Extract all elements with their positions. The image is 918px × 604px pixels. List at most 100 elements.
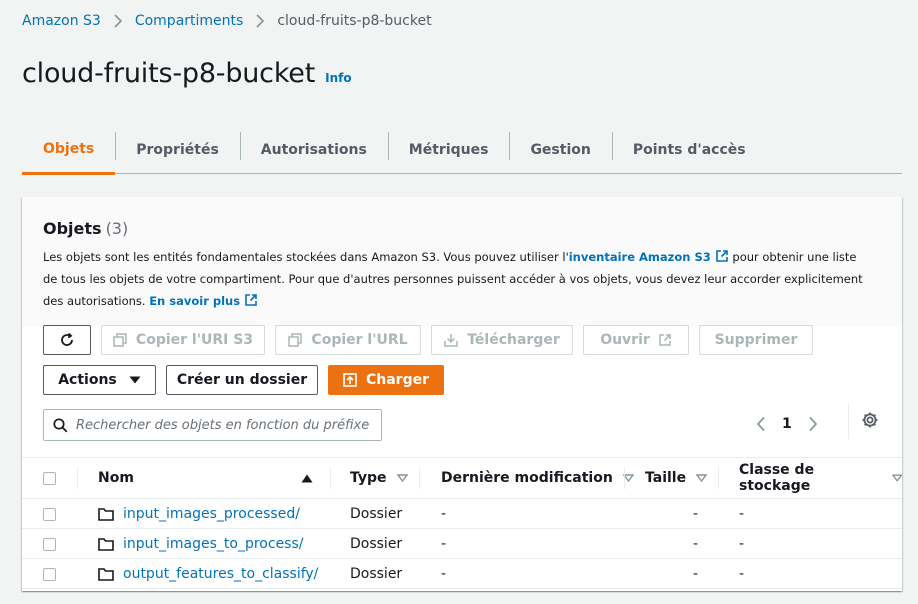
search-icon — [53, 417, 68, 432]
objects-heading: Objets (3) — [43, 219, 882, 238]
size-cell: - — [693, 506, 699, 522]
upload-label: Charger — [365, 372, 429, 388]
copy-icon — [288, 333, 303, 347]
column-divider — [718, 467, 719, 489]
search-input[interactable]: Rechercher des objets en fonction du pré… — [43, 409, 382, 441]
breadcrumb-amazon-s3[interactable]: Amazon S3 — [22, 13, 101, 29]
tab-metriques[interactable]: Métriques — [387, 126, 510, 174]
chevron-right-icon — [256, 14, 265, 28]
column-header-taille[interactable]: Taille — [645, 458, 708, 498]
info-link[interactable]: Info — [325, 71, 351, 85]
sort-icon — [891, 474, 902, 482]
breadcrumb-current: cloud-fruits-p8-bucket — [277, 13, 432, 29]
breadcrumb-compartiments[interactable]: Compartiments — [135, 13, 244, 29]
create-folder-button[interactable]: Créer un dossier — [166, 365, 318, 395]
sort-ascending-icon — [301, 474, 313, 482]
upload-button[interactable]: Charger — [328, 365, 444, 395]
row-select-cell — [43, 529, 56, 559]
description-text: Les objets sont les entités fondamentale… — [43, 250, 569, 264]
storage-class-cell: - — [739, 506, 745, 522]
column-label: Nom — [98, 470, 134, 486]
storage-class-cell: - — [739, 536, 745, 552]
column-divider — [77, 467, 78, 489]
type-cell: Dossier — [350, 506, 403, 522]
chevron-right-icon — [114, 14, 122, 28]
external-link-icon — [715, 250, 728, 262]
copy-url-button[interactable]: Copier l'URL — [275, 325, 421, 355]
actions-label: Actions — [58, 372, 117, 388]
tab-autorisations[interactable]: Autorisations — [239, 126, 388, 174]
objects-title: Objets — [43, 219, 102, 238]
row-checkbox[interactable] — [43, 537, 56, 551]
download-icon — [444, 334, 458, 347]
chevron-right-icon[interactable] — [808, 416, 818, 432]
upload-icon — [343, 373, 357, 387]
select-all-cell — [43, 458, 56, 498]
chevron-left-icon[interactable] — [756, 416, 766, 432]
row-checkbox[interactable] — [43, 567, 56, 581]
gear-icon[interactable] — [861, 411, 879, 429]
copy-uri-button[interactable]: Copier l'URI S3 — [101, 325, 265, 355]
tab-objets[interactable]: Objets — [22, 126, 116, 175]
create-folder-label: Créer un dossier — [176, 372, 308, 388]
page-title: cloud-fruits-p8-bucket — [22, 58, 316, 89]
modified-cell: - — [441, 566, 447, 582]
folder-icon — [98, 538, 114, 551]
column-header-derniere-modification[interactable]: Dernière modification — [441, 458, 634, 498]
column-divider — [624, 467, 625, 489]
select-all-checkbox[interactable] — [43, 471, 56, 485]
column-divider — [419, 467, 420, 489]
caret-down-icon — [129, 376, 141, 384]
tab-bar: Objets Propriétés Autorisations Métrique… — [22, 126, 902, 175]
open-button[interactable]: Ouvrir — [583, 325, 689, 355]
learn-more-label: En savoir plus — [149, 294, 241, 308]
folder-link[interactable]: input_images_processed/ — [123, 506, 300, 522]
sort-icon — [696, 474, 708, 482]
column-header-type[interactable]: Type — [350, 458, 408, 498]
column-label: Dernière modification — [441, 470, 613, 486]
objects-panel: Objets (3) Les objets sont les entités fo… — [22, 197, 902, 591]
column-header-nom[interactable]: Nom — [98, 458, 313, 498]
actions-dropdown[interactable]: Actions — [43, 365, 156, 395]
sort-icon — [396, 474, 408, 482]
column-header-classe-de-stockage[interactable]: Classe de stockage — [739, 458, 902, 498]
row-select-cell — [43, 499, 56, 529]
modified-cell: - — [441, 506, 447, 522]
name-cell: input_images_processed/ — [98, 499, 300, 529]
learn-more-link[interactable]: En savoir plus — [149, 294, 258, 308]
delete-label: Supprimer — [714, 332, 798, 348]
search-placeholder: Rechercher des objets en fonction du pré… — [76, 417, 370, 433]
row-checkbox[interactable] — [43, 507, 56, 521]
folder-icon — [98, 508, 114, 521]
delete-button[interactable]: Supprimer — [699, 325, 813, 355]
copy-url-label: Copier l'URL — [311, 332, 408, 348]
refresh-icon — [61, 332, 73, 346]
folder-link[interactable]: input_images_to_process/ — [123, 536, 303, 552]
objects-description: Les objets sont les entités fondamentale… — [43, 246, 863, 312]
size-cell: - — [693, 536, 699, 552]
refresh-button[interactable] — [43, 325, 91, 355]
tab-points-acces[interactable]: Points d'accès — [611, 126, 767, 174]
table-row: input_images_processed/ Dossier - - - — [22, 499, 902, 529]
column-label: Type — [350, 470, 387, 486]
storage-class-cell: - — [739, 566, 745, 582]
inventory-link-label: inventaire Amazon S3 — [568, 250, 711, 264]
column-divider — [330, 467, 331, 489]
copy-icon — [113, 333, 127, 347]
external-link-icon — [245, 294, 257, 306]
open-label: Ouvrir — [600, 332, 650, 348]
current-page[interactable]: 1 — [782, 416, 792, 432]
download-button[interactable]: Télécharger — [431, 325, 573, 355]
pager-divider — [848, 403, 849, 439]
breadcrumb: Amazon S3 Compartiments cloud-fruits-p8-… — [22, 11, 432, 31]
folder-link[interactable]: output_features_to_classify/ — [123, 566, 318, 582]
modified-cell: - — [441, 536, 447, 552]
inventory-link[interactable]: inventaire Amazon S3 — [569, 250, 729, 264]
column-label: Taille — [645, 470, 687, 486]
tab-gestion[interactable]: Gestion — [509, 126, 611, 174]
tab-proprietes[interactable]: Propriétés — [115, 126, 240, 174]
external-link-icon — [659, 334, 671, 346]
name-cell: output_features_to_classify/ — [98, 559, 318, 589]
table-header: Nom Type Dernière modification Taille Cl… — [22, 457, 902, 499]
pagination: 1 — [756, 409, 818, 439]
